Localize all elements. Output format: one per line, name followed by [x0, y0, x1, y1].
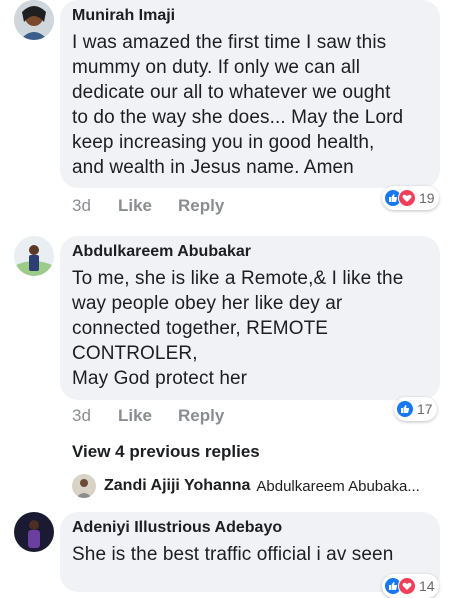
comment-text: To me, she is like a Remote,& I like the…: [72, 268, 404, 389]
reaction-count: 19: [419, 190, 435, 206]
reply-button[interactable]: Reply: [178, 406, 224, 426]
comment-author[interactable]: Munirah Imaji: [72, 6, 428, 26]
comment-bubble: Munirah Imaji I was amazed the first tim…: [60, 0, 440, 188]
avatar-adeniyi[interactable]: [14, 512, 54, 552]
comment-bubble: Abdulkareem Abubakar To me, she is like …: [60, 236, 440, 400]
like-button[interactable]: Like: [118, 196, 178, 216]
comment-time[interactable]: 3d: [72, 406, 118, 426]
reaction-summary[interactable]: 14: [382, 574, 439, 598]
reply-preview[interactable]: Zandi Ajiji Yohanna Abdulkareem Abubaka.…: [72, 474, 420, 498]
comment-author[interactable]: Abdulkareem Abubakar: [72, 242, 428, 262]
reaction-summary[interactable]: 19: [382, 186, 439, 210]
reaction-count: 14: [419, 578, 435, 594]
comment-time[interactable]: 3d: [72, 196, 118, 216]
like-button[interactable]: Like: [118, 406, 178, 426]
view-previous-replies[interactable]: View 4 previous replies: [72, 442, 260, 462]
reaction-summary[interactable]: 17: [394, 397, 437, 421]
reply-button[interactable]: Reply: [178, 196, 224, 216]
avatar-abdulkareem[interactable]: [14, 236, 54, 276]
avatar-zandi: [72, 474, 96, 498]
love-reaction-icon: [398, 577, 416, 595]
comment-actions: 3d Like Reply: [72, 196, 224, 216]
avatar-munirah[interactable]: [14, 0, 54, 40]
comment-actions: 3d Like Reply: [72, 406, 224, 426]
love-reaction-icon: [398, 189, 416, 207]
comment-text: She is the best traffic official i av se…: [72, 544, 394, 565]
reply-author[interactable]: Zandi Ajiji Yohanna: [104, 477, 250, 495]
comment-text: I was amazed the first time I saw this m…: [72, 32, 404, 178]
reply-snippet: Abdulkareem Abubaka...: [256, 477, 420, 495]
like-reaction-icon: [396, 400, 414, 418]
comment-author[interactable]: Adeniyi Illustrious Adebayo: [72, 518, 428, 538]
reaction-count: 17: [417, 401, 433, 417]
